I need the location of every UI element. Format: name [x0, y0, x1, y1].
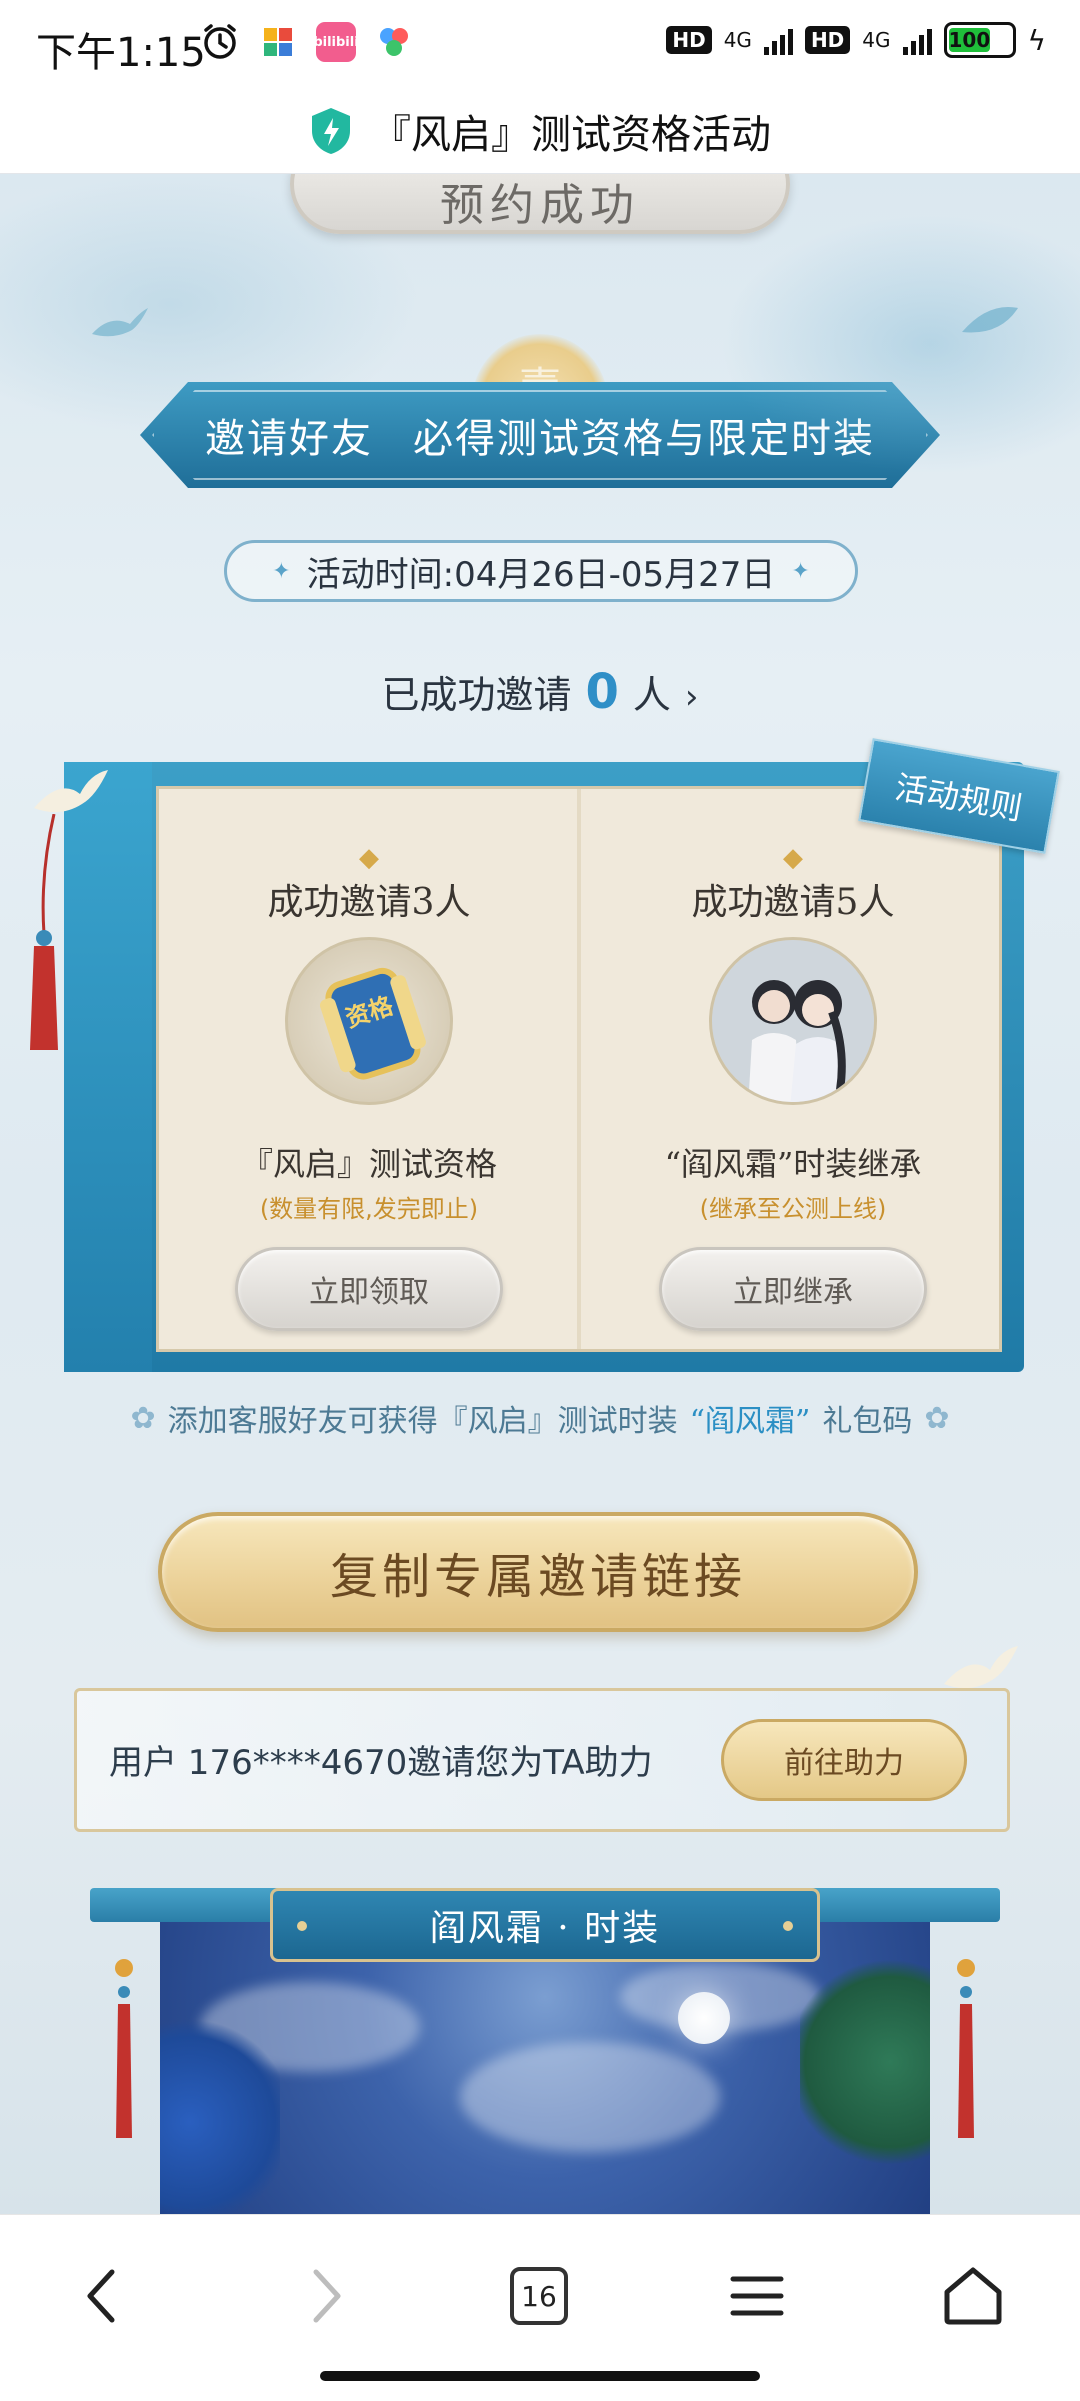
bamboo-icon [800, 1952, 930, 2172]
signal-icon [763, 25, 793, 55]
chevron-right-icon [313, 2269, 341, 2323]
title-bar: 『风启』测试资格活动 [0, 88, 1080, 174]
leaf-icon [962, 307, 1018, 333]
flower-icon: ✿ [924, 1400, 950, 1436]
tassel-icon [957, 1959, 975, 2138]
reward-note: (数量有限,发完即止) [259, 1195, 479, 1223]
qualification-badge-icon: 资格 [319, 967, 426, 1080]
help-request-text: 用户 176****4670邀请您为TA助力 [109, 1743, 653, 1783]
reward-heading: 成功邀请5人 [691, 882, 895, 923]
scroll-rod [64, 762, 152, 1372]
go-help-button[interactable]: 前往助力 [721, 1719, 967, 1801]
page-title: 『风启』测试资格活动 [371, 111, 771, 158]
charging-icon: ϟ [1027, 23, 1046, 57]
tree-icon [160, 2012, 280, 2214]
status-time: 下午1:15 [36, 30, 206, 76]
activity-page[interactable]: 预约成功 壹 邀请好友 必得测试资格与限定时装 ✦ 活动时间:04月26日-05… [0, 174, 1080, 2214]
character-portrait-icon [712, 940, 874, 1102]
moon-icon [678, 1992, 730, 2044]
reward-note: (继承至公测上线) [699, 1195, 887, 1223]
status-right-icons: HD 4G HD 4G 100 ϟ [666, 22, 1046, 58]
help-request-card: 用户 176****4670邀请您为TA助力 前往助力 [74, 1688, 1010, 1832]
status-left-icons: bilibili [200, 22, 414, 62]
flower-icon: ✿ [130, 1400, 156, 1436]
rewards-paper: ◆ 成功邀请3人 资格 『风启』测试资格 (数量有限,发完即止) 立即领取 ◆ … [156, 786, 1002, 1352]
inherit-button[interactable]: 立即继承 [659, 1247, 927, 1331]
tassel-icon [115, 1959, 133, 2138]
hd-badge-2: HD [804, 26, 851, 54]
costume-plaque: 阎风霜 · 时装 [270, 1888, 820, 1962]
activity-time-text: 活动时间:04月26日-05月27日 [306, 554, 776, 595]
reward-card-3: ◆ 成功邀请3人 资格 『风启』测试资格 (数量有限,发完即止) 立即领取 [159, 789, 579, 1349]
reserve-success-label: 预约成功 [440, 180, 640, 231]
alarm-clock-icon [204, 24, 236, 59]
chevron-right-icon: › [684, 677, 699, 717]
ornament-icon: ◆ [783, 843, 803, 873]
hd-badge: HD [666, 26, 712, 54]
crane-icon [34, 770, 108, 813]
claim-button[interactable]: 立即领取 [235, 1247, 503, 1331]
invited-suffix: 人 [632, 673, 671, 717]
network-type: 4G [723, 28, 752, 52]
app-icon-1 [258, 22, 298, 62]
copy-invite-link-button[interactable]: 复制专属邀请链接 [158, 1512, 918, 1632]
invite-banner: 邀请好友 必得测试资格与限定时装 [140, 382, 940, 488]
bilibili-label: bilibili [313, 34, 359, 50]
invite-banner-left: 邀请好友 [205, 416, 373, 462]
home-icon [944, 2267, 1002, 2325]
menu-icon [730, 2276, 784, 2316]
ornament-icon: ◆ [359, 843, 379, 873]
tip-prefix: 添加客服好友可获得『风启』测试时装 [167, 1404, 678, 1439]
costume-portrait [709, 937, 877, 1105]
tab-count: 16 [510, 2267, 568, 2325]
tabs-button[interactable]: 16 [494, 2251, 584, 2341]
swirl-icon: ✦ [791, 558, 810, 584]
reward-item: “阎风霜”时装继承 [664, 1145, 922, 1183]
battery-level: 100 [948, 28, 991, 52]
signal-icon-2 [902, 25, 932, 55]
reserve-success-badge: 预约成功 [290, 174, 790, 234]
reward-card-5: ◆ 成功邀请5人 “阎风霜”时装继承 (继承至公测上线) 立即继承 [583, 789, 1003, 1349]
night-sky-scene [160, 1922, 930, 2214]
app-icon-3 [374, 22, 414, 62]
chevron-left-icon [87, 2269, 115, 2323]
tassel-icon [30, 814, 58, 1050]
bilibili-icon: bilibili [313, 22, 359, 62]
reward-heading: 成功邀请3人 [267, 882, 471, 923]
network-type-2: 4G [862, 28, 891, 52]
invited-count-link[interactable]: 已成功邀请 0 人 › [0, 664, 1080, 720]
tip-highlight: “阎风霜” [689, 1404, 811, 1439]
back-button[interactable] [58, 2251, 148, 2341]
costume-showcase: 阎风霜 · 时装 [90, 1888, 1000, 2214]
browser-nav-bar: 16 [0, 2214, 1080, 2401]
menu-button[interactable] [712, 2251, 802, 2341]
home-button[interactable] [928, 2251, 1018, 2341]
invited-count: 0 [585, 664, 619, 720]
invited-prefix: 已成功邀请 [381, 673, 572, 717]
tip-suffix: 礼包码 [822, 1404, 913, 1439]
activity-time: ✦ 活动时间:04月26日-05月27日 ✦ [224, 540, 858, 602]
swirl-icon: ✦ [272, 558, 291, 584]
shield-icon [312, 107, 350, 154]
invite-banner-right: 必得测试资格与限定时装 [413, 416, 875, 462]
customer-service-tip: ✿ 添加客服好友可获得『风启』测试时装 “阎风霜” 礼包码 ✿ [60, 1396, 1020, 1440]
status-bar: 下午1:15 bilibili HD 4G HD 4G 100 ϟ [0, 0, 1080, 88]
rewards-panel: ◆ 成功邀请3人 资格 『风启』测试资格 (数量有限,发完即止) 立即领取 ◆ … [64, 762, 1024, 1372]
reward-item: 『风启』测试资格 [240, 1145, 497, 1183]
swallow-icon [92, 308, 148, 337]
qualification-medal: 资格 [285, 937, 453, 1105]
forward-button[interactable] [280, 2251, 370, 2341]
home-indicator[interactable] [320, 2371, 760, 2381]
battery-icon: 100 [943, 22, 1016, 58]
